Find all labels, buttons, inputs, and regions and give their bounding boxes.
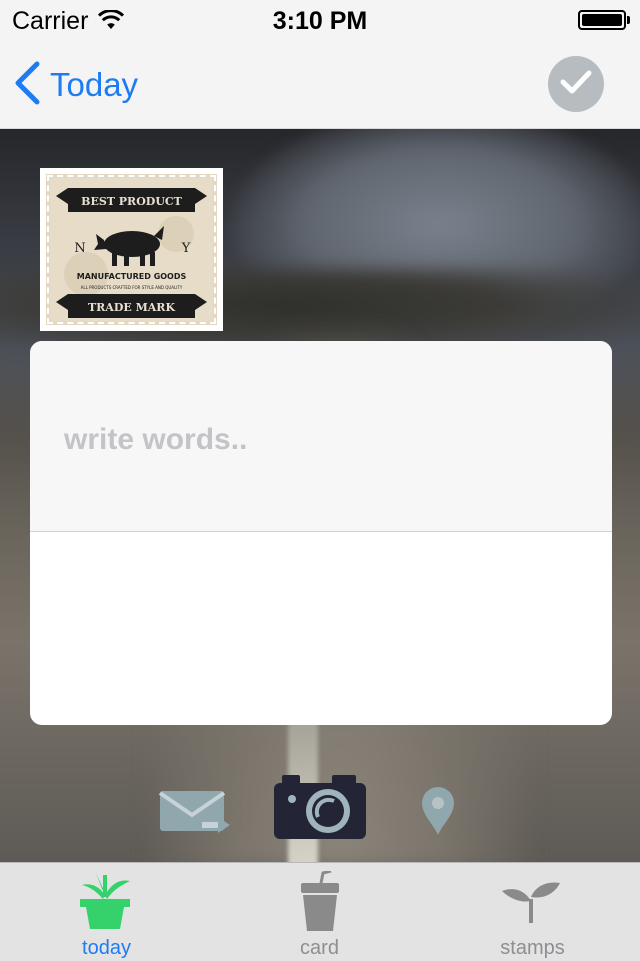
- plant-pot-icon: [78, 869, 132, 936]
- location-pin-icon: [418, 787, 458, 841]
- done-button[interactable]: [548, 56, 604, 112]
- sprout-icon: [500, 879, 562, 930]
- tab-bar: today card stamps: [0, 862, 640, 961]
- tab-today-label: today: [82, 937, 131, 959]
- note-photo-area[interactable]: [30, 532, 612, 725]
- location-button[interactable]: [418, 785, 458, 837]
- battery-icon: [578, 10, 626, 30]
- checkmark-icon: [559, 69, 593, 100]
- stamp-letter-right: Y: [181, 241, 191, 256]
- tab-card-label: card: [300, 937, 339, 959]
- camera-button[interactable]: [272, 773, 368, 841]
- tab-stamps[interactable]: stamps: [426, 863, 639, 961]
- stamp-letter-left: N: [74, 241, 85, 256]
- camera-icon: [272, 775, 368, 845]
- back-button[interactable]: Today: [14, 60, 138, 110]
- note-input-area: [30, 341, 612, 532]
- chevron-left-icon: [14, 61, 40, 110]
- stamp-artwork: BEST PRODUCT N Y MANUFACTURED GOODS ALL …: [46, 174, 217, 325]
- back-label: Today: [50, 66, 139, 103]
- send-mail-button[interactable]: [158, 787, 234, 839]
- cup-icon: [299, 869, 341, 938]
- tab-today[interactable]: today: [0, 863, 213, 961]
- navigation-bar: Carrier 3:10 PM Today: [0, 0, 640, 129]
- tab-stamps-label: stamps: [500, 937, 565, 959]
- tab-card[interactable]: card: [213, 863, 426, 961]
- status-time: 3:10 PM: [272, 7, 368, 35]
- stamp-banner-bottom: TRADE MARK: [88, 301, 175, 314]
- battery-tip: [627, 16, 630, 24]
- selected-stamp[interactable]: BEST PRODUCT N Y MANUFACTURED GOODS ALL …: [40, 168, 223, 331]
- stamp-line2: ALL PRODUCTS CRAFTED FOR STYLE AND QUALI…: [81, 285, 183, 290]
- stamp-banner-top: BEST PRODUCT: [81, 195, 183, 208]
- note-text-input[interactable]: [62, 419, 566, 461]
- stamp-line1: MANUFACTURED GOODS: [77, 272, 187, 281]
- send-mail-icon: [158, 791, 234, 843]
- status-bar: Carrier 3:10 PM: [0, 0, 640, 40]
- note-card: [30, 341, 612, 725]
